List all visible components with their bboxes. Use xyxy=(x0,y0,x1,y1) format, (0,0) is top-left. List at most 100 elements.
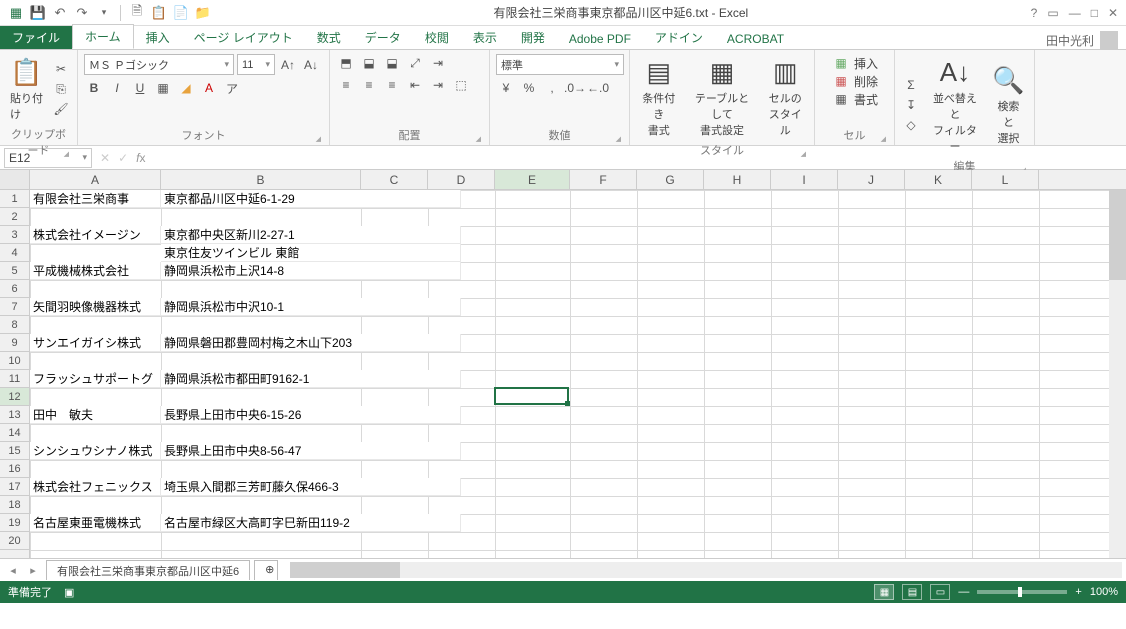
undo-icon[interactable]: ↶ xyxy=(50,3,70,23)
font-size-combo[interactable]: 11▾ xyxy=(237,54,275,75)
tab-review[interactable]: 校閲 xyxy=(413,26,461,49)
col-header-F[interactable]: F xyxy=(570,170,637,189)
row-header-10[interactable]: 10 xyxy=(0,352,29,370)
user-area[interactable]: 田中光利 xyxy=(1046,31,1126,49)
cell-B1[interactable]: 東京都品川区中延6-1-29 xyxy=(161,190,461,208)
row-header-7[interactable]: 7 xyxy=(0,298,29,316)
align-right-icon[interactable]: ≡ xyxy=(382,76,402,94)
new-icon[interactable]: 🗎 xyxy=(127,3,147,23)
paste-button[interactable]: 📋 貼り付け xyxy=(6,54,47,124)
paste-icon[interactable]: 📄 xyxy=(171,3,191,23)
row-header-15[interactable]: 15 xyxy=(0,442,29,460)
comma-icon[interactable]: , xyxy=(542,79,562,97)
fill-icon[interactable]: ↧ xyxy=(901,96,921,114)
cell-B19[interactable]: 名古屋市緑区大高町字巳新田119-2 xyxy=(161,514,461,532)
sort-filter-button[interactable]: A↓並べ替えと フィルター xyxy=(925,54,985,156)
currency-icon[interactable]: ¥ xyxy=(496,79,516,97)
align-bottom-icon[interactable]: ⬓ xyxy=(382,54,402,72)
cell-B4[interactable]: 東京住友ツインビル 東館 xyxy=(161,244,461,262)
phonetic-button[interactable]: ア xyxy=(222,79,242,97)
close-icon[interactable]: ✕ xyxy=(1108,6,1118,20)
wrap-text-icon[interactable]: ⇥ xyxy=(428,54,448,72)
row-header-18[interactable]: 18 xyxy=(0,496,29,514)
sheet-nav-first-icon[interactable]: ◂ xyxy=(4,561,22,579)
bold-button[interactable]: B xyxy=(84,79,104,97)
tab-adobe[interactable]: Adobe PDF xyxy=(557,29,643,49)
view-layout-icon[interactable]: ▤ xyxy=(902,584,922,600)
conditional-format-button[interactable]: ▤条件付き 書式 xyxy=(636,54,682,140)
save-icon[interactable]: 💾 xyxy=(28,3,48,23)
cell-B15[interactable]: 長野県上田市中央8-56-47 xyxy=(161,442,461,460)
macro-record-icon[interactable]: ▣ xyxy=(64,586,74,599)
ribbon-options-icon[interactable]: ▭ xyxy=(1047,6,1058,20)
tab-dev[interactable]: 開発 xyxy=(509,26,557,49)
minimize-icon[interactable]: — xyxy=(1069,6,1081,20)
fx-icon[interactable]: fx xyxy=(136,151,145,165)
indent-inc-icon[interactable]: ⇥ xyxy=(428,76,448,94)
col-header-G[interactable]: G xyxy=(637,170,704,189)
merge-button[interactable]: ⬚ xyxy=(451,76,471,94)
underline-button[interactable]: U xyxy=(130,79,150,97)
zoom-out-icon[interactable]: — xyxy=(958,586,969,598)
font-color-button[interactable]: A xyxy=(199,79,219,97)
align-middle-icon[interactable]: ⬓ xyxy=(359,54,379,72)
cell-B7[interactable]: 静岡県浜松市中沢10-1 xyxy=(161,298,461,316)
col-header-H[interactable]: H xyxy=(704,170,771,189)
cell-A5[interactable]: 平成機械株式会社 xyxy=(30,262,161,280)
cell-A1[interactable]: 有限会社三栄商事 xyxy=(30,190,161,208)
col-header-E[interactable]: E xyxy=(495,170,570,189)
cell-A11[interactable]: フラッシュサポートグ xyxy=(30,370,161,388)
cell-B9[interactable]: 静岡県磐田郡豊岡村梅之木山下203 xyxy=(161,334,461,352)
cell-B13[interactable]: 長野県上田市中央6-15-26 xyxy=(161,406,461,424)
row-header-5[interactable]: 5 xyxy=(0,262,29,280)
zoom-slider[interactable] xyxy=(977,590,1067,594)
cell-style-button[interactable]: ▥セルの スタイル xyxy=(762,54,808,140)
orientation-icon[interactable]: ⤢ xyxy=(405,54,425,72)
col-header-C[interactable]: C xyxy=(361,170,428,189)
row-header-17[interactable]: 17 xyxy=(0,478,29,496)
maximize-icon[interactable]: □ xyxy=(1091,6,1098,20)
cancel-formula-icon[interactable]: ✕ xyxy=(100,151,110,165)
zoom-level[interactable]: 100% xyxy=(1090,586,1118,598)
italic-button[interactable]: I xyxy=(107,79,127,97)
row-header-14[interactable]: 14 xyxy=(0,424,29,442)
tab-file[interactable]: ファイル xyxy=(0,26,72,49)
tab-view[interactable]: 表示 xyxy=(461,26,509,49)
add-sheet-button[interactable]: ⊕ xyxy=(254,560,278,580)
align-center-icon[interactable]: ≡ xyxy=(359,76,379,94)
cell-A15[interactable]: シンシュウシナノ株式 xyxy=(30,442,161,460)
cell-A19[interactable]: 名古屋東亜電機株式 xyxy=(30,514,161,532)
tab-layout[interactable]: ページ レイアウト xyxy=(182,26,305,49)
col-header-B[interactable]: B xyxy=(161,170,361,189)
cell-A9[interactable]: サンエイガイシ株式 xyxy=(30,334,161,352)
fill-color-button[interactable]: ◢ xyxy=(176,79,196,97)
tab-insert[interactable]: 挿入 xyxy=(134,26,182,49)
row-header-12[interactable]: 12 xyxy=(0,388,29,406)
table-format-button[interactable]: ▦テーブルとして 書式設定 xyxy=(686,54,759,140)
insert-cells-button[interactable]: ▦挿入 xyxy=(831,54,878,72)
row-header-6[interactable]: 6 xyxy=(0,280,29,298)
row-header-1[interactable]: 1 xyxy=(0,190,29,208)
row-header-4[interactable]: 4 xyxy=(0,244,29,262)
tab-acrobat[interactable]: ACROBAT xyxy=(715,29,796,49)
row-header-11[interactable]: 11 xyxy=(0,370,29,388)
tab-formula[interactable]: 数式 xyxy=(305,26,353,49)
cell-B11[interactable]: 静岡県浜松市都田町9162-1 xyxy=(161,370,461,388)
redo-icon[interactable]: ↷ xyxy=(72,3,92,23)
sheet-nav-last-icon[interactable]: ▸ xyxy=(24,561,42,579)
tab-addin[interactable]: アドイン xyxy=(643,26,715,49)
cell-B17[interactable]: 埼玉県入間郡三芳町藤久保466-3 xyxy=(161,478,461,496)
view-normal-icon[interactable]: ▦ xyxy=(874,584,894,600)
row-header-8[interactable]: 8 xyxy=(0,316,29,334)
tab-home[interactable]: ホーム xyxy=(72,24,134,49)
select-all-corner[interactable] xyxy=(0,170,30,189)
copy-icon[interactable]: ⎘ xyxy=(51,80,71,98)
format-painter-icon[interactable]: 🖌 xyxy=(51,100,71,118)
format-cells-button[interactable]: ▦書式 xyxy=(831,90,878,108)
row-header-16[interactable]: 16 xyxy=(0,460,29,478)
percent-icon[interactable]: % xyxy=(519,79,539,97)
copy-icon[interactable]: 📋 xyxy=(149,3,169,23)
cell-B3[interactable]: 東京都中央区新川2-27-1 xyxy=(161,226,461,244)
indent-dec-icon[interactable]: ⇤ xyxy=(405,76,425,94)
row-header-20[interactable]: 20 xyxy=(0,532,29,550)
